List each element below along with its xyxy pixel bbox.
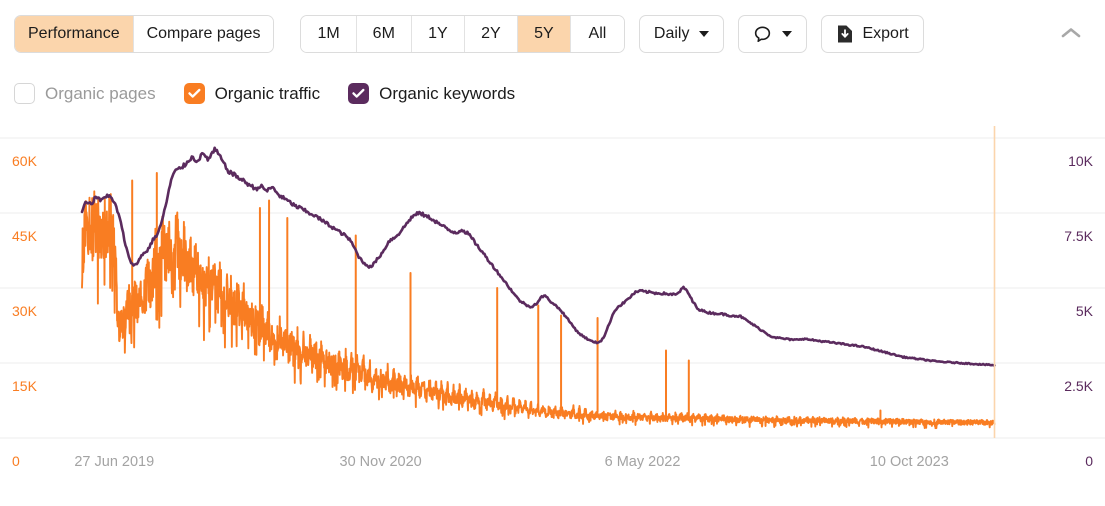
y-axis-left-tick: 30K [12, 303, 38, 319]
legend-label-organic-pages: Organic pages [45, 85, 156, 102]
organic-performance-chart-panel: Performance Compare pages 1M 6M 1Y 2Y 5Y… [0, 0, 1105, 506]
chevron-down-icon [782, 31, 792, 37]
y-axis-left-tick: 45K [12, 228, 38, 244]
range-5y[interactable]: 5Y [518, 16, 571, 52]
chart-toolbar: Performance Compare pages 1M 6M 1Y 2Y 5Y… [0, 0, 1105, 68]
range-2y[interactable]: 2Y [465, 16, 518, 52]
range-6m[interactable]: 6M [357, 16, 412, 52]
checkbox-organic-traffic[interactable] [184, 83, 205, 104]
mode-tab-group: Performance Compare pages [14, 15, 274, 53]
x-axis-tick: 10 Oct 2023 [870, 454, 949, 470]
annotations-dropdown[interactable] [738, 15, 807, 53]
checkbox-organic-keywords[interactable] [348, 83, 369, 104]
y-axis-left-tick: 0 [12, 453, 20, 469]
y-axis-right-tick: 2.5K [1064, 378, 1093, 394]
legend-label-organic-keywords: Organic keywords [379, 85, 515, 102]
dual-axis-line-chart: 60K 45K 30K 15K 0 10K 7.5K 5K 2.5K 0 27 Jun 2019 30… [0, 126, 1105, 506]
y-axis-right-tick: 0 [1085, 453, 1093, 469]
series-legend: Organic pages Organic traffic Organic ke… [14, 76, 543, 110]
tab-compare-pages[interactable]: Compare pages [134, 16, 274, 52]
date-range-group: 1M 6M 1Y 2Y 5Y All [300, 15, 624, 53]
chart-area[interactable]: 60K 45K 30K 15K 0 10K 7.5K 5K 2.5K 0 27 Jun 2019 30… [0, 126, 1105, 506]
checkbox-organic-pages[interactable] [14, 83, 35, 104]
tab-performance[interactable]: Performance [15, 16, 134, 52]
y-axis-left-tick: 60K [12, 153, 38, 169]
check-icon [352, 88, 365, 99]
collapse-panel-button[interactable] [1051, 15, 1091, 53]
chevron-down-icon [699, 31, 709, 37]
granularity-dropdown[interactable]: Daily [639, 15, 725, 53]
y-axis-right-tick: 10K [1068, 153, 1094, 169]
y-axis-left-tick: 15K [12, 378, 38, 394]
legend-label-organic-traffic: Organic traffic [215, 85, 321, 102]
range-1m[interactable]: 1M [301, 16, 356, 52]
x-axis-tick: 6 May 2022 [605, 454, 681, 470]
export-button[interactable]: Export [821, 15, 923, 53]
x-axis-tick: 30 Nov 2020 [340, 454, 422, 470]
chevron-up-icon [1060, 26, 1082, 43]
speech-bubble-icon [753, 25, 772, 44]
file-download-icon [836, 24, 854, 44]
y-axis-right-tick: 7.5K [1064, 228, 1093, 244]
granularity-label: Daily [654, 25, 690, 43]
legend-item-organic-pages[interactable]: Organic pages [14, 83, 156, 104]
legend-item-organic-keywords[interactable]: Organic keywords [348, 83, 515, 104]
y-axis-right-tick: 5K [1076, 303, 1094, 319]
range-1y[interactable]: 1Y [412, 16, 465, 52]
check-icon [188, 88, 201, 99]
range-all[interactable]: All [571, 16, 624, 52]
x-axis-tick: 27 Jun 2019 [74, 454, 154, 470]
export-label: Export [862, 25, 908, 43]
legend-item-organic-traffic[interactable]: Organic traffic [184, 83, 321, 104]
